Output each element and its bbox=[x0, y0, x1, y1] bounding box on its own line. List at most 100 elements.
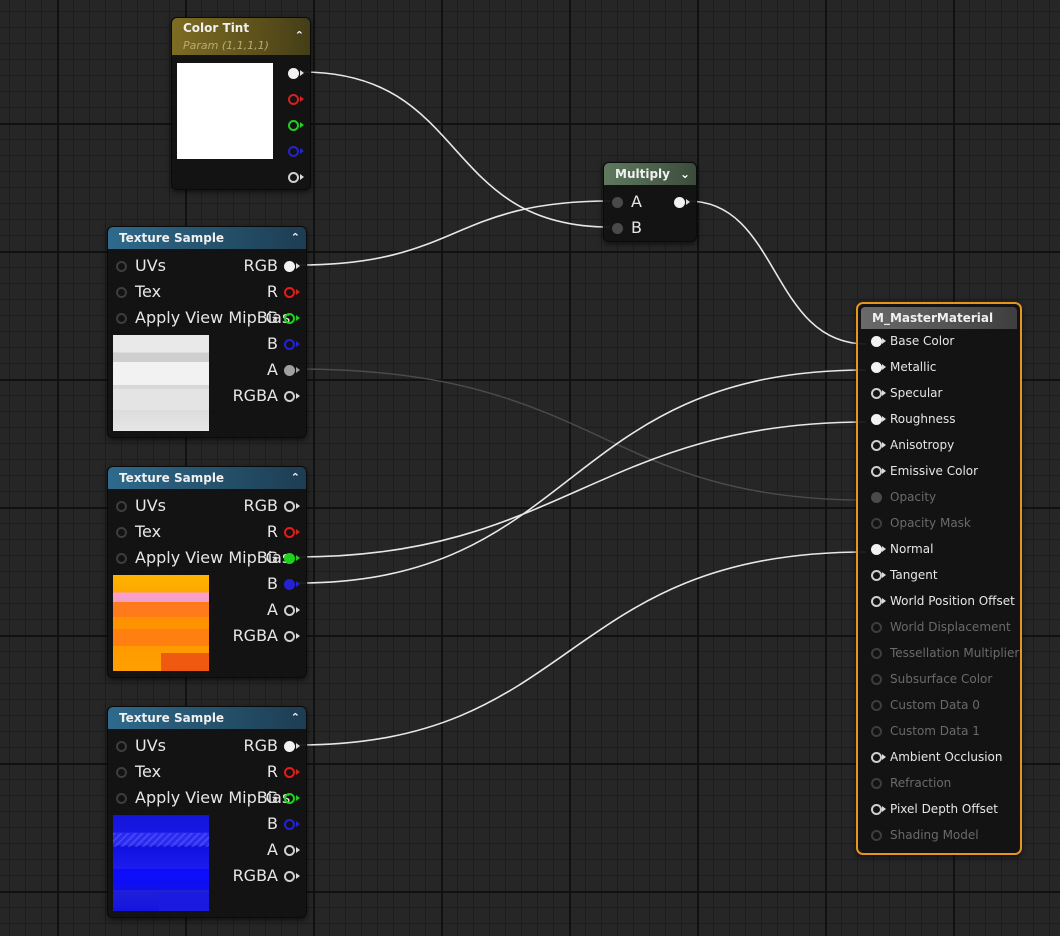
output-pin-r[interactable] bbox=[284, 287, 295, 298]
wire-tex1-a-to-opacity[interactable] bbox=[297, 368, 867, 501]
chevron-up-icon[interactable]: ⌃ bbox=[291, 227, 300, 249]
output-pin-rgb[interactable] bbox=[284, 501, 295, 512]
master-input-pin[interactable] bbox=[871, 830, 882, 841]
input-pin-b[interactable] bbox=[612, 223, 623, 234]
color-tint-header[interactable]: Color Tint Param (1,1,1,1) ⌃ bbox=[172, 18, 310, 55]
output-label-g: G bbox=[265, 308, 278, 327]
master-input-pin[interactable] bbox=[871, 336, 882, 347]
output-pin-b[interactable] bbox=[284, 579, 295, 590]
output-pin-b[interactable] bbox=[288, 146, 299, 157]
master-pin-row[interactable]: Anisotropy bbox=[858, 436, 1018, 454]
input-pin-tex[interactable] bbox=[116, 767, 127, 778]
output-pin-result[interactable] bbox=[674, 197, 685, 208]
texture-sample-node-2[interactable]: Texture Sample ⌃ UVs Tex Apply View MipB… bbox=[107, 466, 307, 678]
master-pin-row[interactable]: Opacity Mask bbox=[858, 514, 1018, 532]
texture-sample-node-3[interactable]: Texture Sample ⌃ UVs Tex Apply View MipB… bbox=[107, 706, 307, 918]
chevron-up-icon[interactable]: ⌃ bbox=[295, 27, 304, 45]
output-pin-rgb[interactable] bbox=[284, 741, 295, 752]
wire-tex3-rgb-to-normal[interactable] bbox=[297, 551, 867, 746]
master-input-pin[interactable] bbox=[871, 726, 882, 737]
output-pin-b[interactable] bbox=[284, 339, 295, 350]
master-pin-row[interactable]: Custom Data 1 bbox=[858, 722, 1018, 740]
master-pin-row[interactable]: Base Color bbox=[858, 332, 1018, 350]
input-pin-mipbias[interactable] bbox=[116, 793, 127, 804]
texture-sample-header[interactable]: Texture Sample ⌃ bbox=[108, 707, 306, 729]
input-pin-mipbias[interactable] bbox=[116, 313, 127, 324]
multiply-header[interactable]: Multiply ⌄ bbox=[604, 163, 696, 185]
master-pin-row[interactable]: Roughness bbox=[858, 410, 1018, 428]
output-pin-rgba[interactable] bbox=[284, 391, 295, 402]
master-input-pin[interactable] bbox=[871, 492, 882, 503]
input-pin-tex[interactable] bbox=[116, 287, 127, 298]
output-pin-r[interactable] bbox=[284, 527, 295, 538]
output-pin-g[interactable] bbox=[284, 793, 295, 804]
master-pin-row[interactable]: Opacity bbox=[858, 488, 1018, 506]
input-pin-mipbias[interactable] bbox=[116, 553, 127, 564]
wire-tex2-b-to-metallic[interactable] bbox=[297, 369, 867, 584]
master-input-pin[interactable] bbox=[871, 622, 882, 633]
wire-tex2-g-to-roughness[interactable] bbox=[297, 421, 867, 558]
master-input-pin[interactable] bbox=[871, 440, 882, 451]
input-pin-uvs[interactable] bbox=[116, 501, 127, 512]
master-pin-row[interactable]: World Position Offset bbox=[858, 592, 1018, 610]
output-pin-rgb[interactable] bbox=[284, 261, 295, 272]
master-material-node[interactable]: M_MasterMaterial Base Color Metallic Specu… bbox=[856, 302, 1022, 855]
color-tint-node[interactable]: Color Tint Param (1,1,1,1) ⌃ bbox=[171, 17, 311, 190]
master-input-pin[interactable] bbox=[871, 648, 882, 659]
wire-multiply-to-basecolor[interactable] bbox=[687, 200, 867, 345]
master-pin-row[interactable]: Refraction bbox=[858, 774, 1018, 792]
master-pin-row[interactable]: World Displacement bbox=[858, 618, 1018, 636]
output-pin-a[interactable] bbox=[284, 365, 295, 376]
texture-sample-header[interactable]: Texture Sample ⌃ bbox=[108, 227, 306, 249]
chevron-up-icon[interactable]: ⌃ bbox=[291, 707, 300, 729]
master-input-pin[interactable] bbox=[871, 778, 882, 789]
master-input-pin[interactable] bbox=[871, 596, 882, 607]
texture-sample-header[interactable]: Texture Sample ⌃ bbox=[108, 467, 306, 489]
master-input-pin[interactable] bbox=[871, 414, 882, 425]
output-pin-a[interactable] bbox=[288, 172, 299, 183]
master-pin-row[interactable]: Specular bbox=[858, 384, 1018, 402]
input-pin-tex[interactable] bbox=[116, 527, 127, 538]
output-pin-g[interactable] bbox=[284, 553, 295, 564]
multiply-node[interactable]: Multiply ⌄ A B bbox=[603, 162, 697, 242]
master-pin-row[interactable]: Custom Data 0 bbox=[858, 696, 1018, 714]
master-pin-row[interactable]: Tessellation Multiplier bbox=[858, 644, 1019, 662]
output-pin-g[interactable] bbox=[284, 313, 295, 324]
master-input-pin[interactable] bbox=[871, 570, 882, 581]
output-pin-rgba[interactable] bbox=[284, 631, 295, 642]
master-input-pin[interactable] bbox=[871, 700, 882, 711]
master-pin-row[interactable]: Pixel Depth Offset bbox=[858, 800, 1018, 818]
master-input-pin[interactable] bbox=[871, 466, 882, 477]
output-pin-b[interactable] bbox=[284, 819, 295, 830]
output-pin-rgba[interactable] bbox=[284, 871, 295, 882]
output-pin-rgba[interactable] bbox=[288, 68, 299, 79]
master-input-pin[interactable] bbox=[871, 388, 882, 399]
master-input-pin[interactable] bbox=[871, 804, 882, 815]
input-pin-uvs[interactable] bbox=[116, 261, 127, 272]
master-material-header[interactable]: M_MasterMaterial bbox=[861, 307, 1017, 329]
chevron-up-icon[interactable]: ⌃ bbox=[291, 467, 300, 489]
master-pin-row[interactable]: Metallic bbox=[858, 358, 1018, 376]
master-input-pin[interactable] bbox=[871, 544, 882, 555]
master-input-pin[interactable] bbox=[871, 752, 882, 763]
input-pin-a[interactable] bbox=[612, 197, 623, 208]
output-pin-a[interactable] bbox=[284, 845, 295, 856]
texture-sample-node-1[interactable]: Texture Sample ⌃ UVs Tex Apply View MipB… bbox=[107, 226, 307, 438]
master-pin-row[interactable]: Ambient Occlusion bbox=[858, 748, 1018, 766]
master-pin-row[interactable]: Tangent bbox=[858, 566, 1018, 584]
wire-colortint-to-multiply-b[interactable] bbox=[301, 71, 611, 228]
output-pin-r[interactable] bbox=[288, 94, 299, 105]
master-input-pin[interactable] bbox=[871, 518, 882, 529]
master-input-pin[interactable] bbox=[871, 362, 882, 373]
wire-tex1-rgb-to-multiply-a[interactable] bbox=[297, 200, 611, 266]
chevron-down-icon[interactable]: ⌄ bbox=[680, 163, 690, 185]
master-pin-row[interactable]: Shading Model bbox=[858, 826, 1018, 844]
master-pin-row[interactable]: Normal bbox=[858, 540, 1018, 558]
master-pin-row[interactable]: Emissive Color bbox=[858, 462, 1018, 480]
master-pin-row[interactable]: Subsurface Color bbox=[858, 670, 1018, 688]
input-pin-uvs[interactable] bbox=[116, 741, 127, 752]
output-pin-a[interactable] bbox=[284, 605, 295, 616]
output-pin-r[interactable] bbox=[284, 767, 295, 778]
master-input-pin[interactable] bbox=[871, 674, 882, 685]
output-pin-g[interactable] bbox=[288, 120, 299, 131]
